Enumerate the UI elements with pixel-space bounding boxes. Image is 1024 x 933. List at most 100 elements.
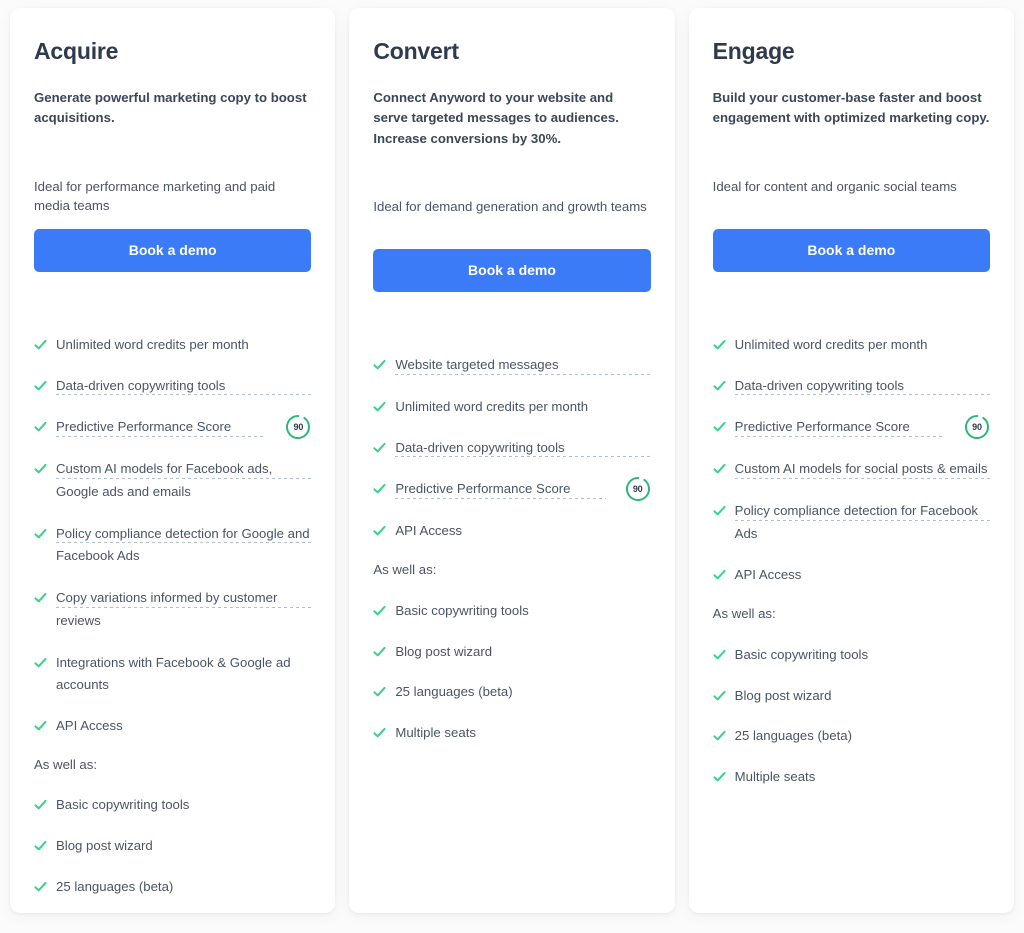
feature-label-with-tooltip[interactable]: Policy compliance detection for Facebook… [734,500,990,547]
plan-description: Build your customer-base faster and boos… [712,89,990,126]
check-icon [373,526,386,536]
plan-description: Generate powerful marketing copy to boos… [34,89,307,126]
check-icon [713,380,726,390]
feature-item: 25 languages (beta) [713,725,990,748]
feature-item: Predictive Performance Score 90 [34,415,311,440]
check-icon [373,360,386,370]
pricing-plans-row: Acquire Generate powerful marketing copy … [0,0,1024,933]
plan-ideal-for: Ideal for content and organic social tea… [712,178,957,194]
feature-item: 25 languages (beta) [373,681,650,704]
feature-item: Policy compliance detection for Google a… [34,522,312,570]
feature-label: API Access [395,523,463,539]
feature-label-with-tooltip[interactable]: Data-driven copywriting tools [734,374,990,399]
check-icon [713,505,726,516]
feature-item: Data-driven copywriting tools [34,374,312,399]
feature-item: Website targeted messages [373,354,651,379]
plan-card-convert: Convert Connect Anyword to your website a… [349,8,675,913]
feature-item: Blog post wizard [34,835,311,858]
feature-item: Predictive Performance Score 90 [713,414,990,440]
check-icon [34,528,47,539]
feature-label-with-tooltip[interactable]: Predictive Performance Score [734,416,945,440]
extra-feature-list: Basic copywriting tools Blog post wizard 2… [373,600,650,763]
feature-label: Unlimited word credits per month [734,336,928,352]
plan-card-acquire: Acquire Generate powerful marketing copy … [10,8,336,913]
plan-card-engage: Engage Build your customer-base faster an… [688,8,1014,913]
check-icon [713,731,726,741]
feature-label: Basic copywriting tools [56,797,190,813]
plan-ideal-for: Ideal for demand generation and growth t… [373,198,647,214]
check-icon [373,484,386,494]
feature-label-with-tooltip[interactable]: Policy compliance detection for Google a… [56,522,312,570]
feature-label-with-tooltip[interactable]: Data-driven copywriting tools [395,436,651,461]
check-icon [34,339,47,350]
feature-list: Unlimited word credits per month Data-dri… [34,334,312,756]
feature-item: 25 languages (beta) [34,876,311,899]
feature-item: API Access [713,564,990,587]
feature-label: Blog post wizard [734,687,832,703]
check-icon [713,464,726,474]
feature-item: Integrations with Facebook & Google ad a… [34,652,311,697]
feature-label-with-tooltip[interactable]: Website targeted messages [395,354,651,379]
plan-description: Connect Anyword to your website and serv… [373,89,619,146]
feature-label: 25 languages (beta) [56,878,174,894]
feature-label: Multiple seats [734,768,816,784]
feature-label: API Access [734,567,802,583]
feature-label: Multiple seats [395,724,476,740]
feature-item: Policy compliance detection for Facebook… [713,500,990,547]
feature-label-with-tooltip[interactable]: Predictive Performance Score [56,416,267,440]
feature-item: Blog post wizard [713,685,990,708]
feature-item: Predictive Performance Score 90 [373,476,651,503]
feature-label: Integrations with Facebook & Google ad a… [56,654,291,693]
feature-item: API Access [373,520,650,543]
extra-feature-list: Basic copywriting tools Blog post wizard 2… [34,794,311,913]
check-icon [713,690,726,700]
check-icon [34,464,47,474]
check-icon [373,442,386,453]
as-well-as-label: As well as: [373,562,437,578]
feature-label-with-tooltip[interactable]: Copy variations informed by customer rev… [56,587,312,634]
feature-label-with-tooltip[interactable]: Custom AI models for social posts & emai… [734,458,990,482]
check-icon [713,649,726,660]
feature-item: Unlimited word credits per month [373,396,650,419]
plan-title: Convert [373,38,459,64]
feature-item: Basic copywriting tools [713,644,990,667]
feature-label-with-tooltip[interactable]: Predictive Performance Score [395,478,606,503]
feature-item: Basic copywriting tools [373,600,650,623]
check-icon [34,657,47,667]
feature-label: 25 languages (beta) [734,728,852,744]
extra-feature-list: Basic copywriting tools Blog post wizard 2… [713,644,990,807]
feature-item: Multiple seats [373,722,650,745]
check-icon [34,422,47,432]
check-icon [34,720,47,731]
score-value: 90 [972,421,982,432]
feature-item: Unlimited word credits per month [713,334,990,357]
feature-label-with-tooltip[interactable]: Data-driven copywriting tools [56,374,312,399]
plan-ideal-wrapper: Ideal for content and organic social tea… [713,139,990,213]
feature-item: Data-driven copywriting tools [713,374,990,399]
book-a-demo-button[interactable]: Book a demo [34,228,312,272]
check-icon [373,687,386,697]
feature-item: Unlimited word credits per month [34,334,311,357]
score-value: 90 [632,483,643,494]
feature-item: Copy variations informed by customer rev… [34,587,312,634]
check-icon [713,570,726,580]
plan-ideal-for: Ideal for performance marketing and paid… [34,178,276,214]
feature-label: Unlimited word credits per month [395,399,589,415]
feature-label: Unlimited word credits per month [56,336,249,352]
book-a-demo-button[interactable]: Book a demo [373,248,651,293]
feature-list: Website targeted messages Unlimited word … [373,354,651,561]
check-icon [373,605,386,616]
book-a-demo-button[interactable]: Book a demo [712,228,990,272]
check-icon [34,380,47,390]
plan-ideal-wrapper: Ideal for demand generation and growth t… [373,159,650,233]
check-icon [34,593,47,603]
check-icon [34,840,47,851]
score-value: 90 [293,421,304,432]
plan-title: Engage [712,38,795,64]
check-icon [34,800,47,810]
feature-item: API Access [34,715,311,738]
feature-label-with-tooltip[interactable]: Custom AI models for Facebook ads, Googl… [56,458,312,505]
score-ring-icon: 90 [625,476,651,502]
check-icon [373,401,386,412]
score-ring-icon: 90 [964,414,990,440]
